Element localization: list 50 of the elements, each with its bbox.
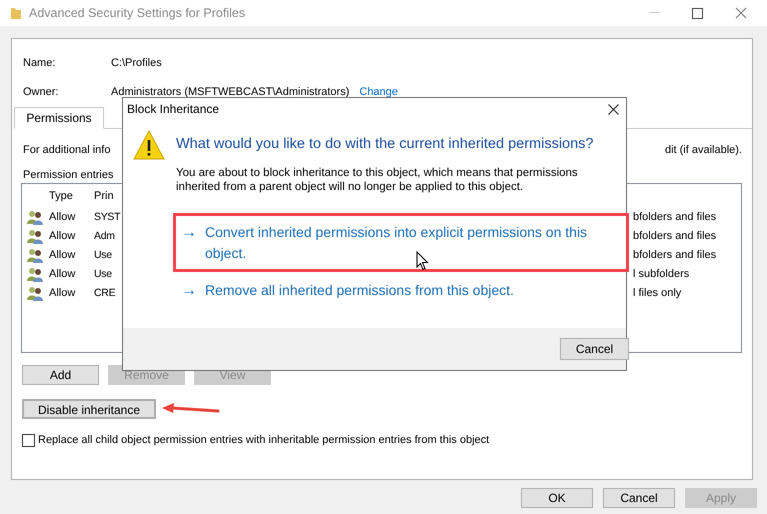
users-icon [27, 210, 44, 225]
table-cell-text: l files only [633, 286, 682, 302]
info-text: dit (if available). [664, 142, 742, 158]
table-cell-text: bfolders and files [633, 210, 718, 226]
table-cell-text: SYST [94, 210, 120, 225]
option-link[interactable]: → Convert inherited permissions into explicit permissions on this object. [173, 213, 629, 272]
table-cell-text: Allow [49, 210, 76, 226]
table-cell-text: Allow [49, 267, 76, 282]
close-icon[interactable] [608, 104, 619, 114]
maximize-icon[interactable] [692, 8, 703, 18]
table-cell-text: bfolders and files [633, 248, 718, 264]
table-cell-text: Allow [49, 229, 76, 244]
dialog-button[interactable]: OK [521, 488, 593, 508]
window-title: Advanced Security Settings for Profiles [29, 4, 246, 22]
table-cell-text: Allow [49, 248, 76, 264]
table-cell-text: l subfolders [633, 267, 690, 282]
dialog-heading: What would you like to do with the current inherited permissions? [176, 135, 594, 154]
name-value: C:\Profiles [111, 56, 162, 71]
table-cell-text: Allow [49, 286, 76, 302]
owner-value: Administrators (MSFTWEBCAST\Administrators) [111, 84, 350, 100]
annotation-arrow [160, 403, 220, 415]
mouse-cursor-icon [416, 251, 429, 271]
warning-icon [133, 130, 165, 160]
table-cell-text: Use [94, 248, 112, 263]
users-icon [27, 286, 44, 301]
table-cell-text: CRE [94, 286, 116, 301]
dialog-button[interactable]: Add [22, 365, 99, 385]
users-icon [27, 248, 44, 263]
checkbox-label: Replace all child object permission entries with inheritable permission entries from this object [38, 433, 490, 448]
table-cell-text: bfolders and files [633, 229, 718, 244]
change-link[interactable]: Change [359, 84, 398, 100]
users-icon [27, 229, 44, 244]
column-header: Prin [94, 188, 114, 204]
info-text: For additional info [23, 142, 110, 158]
checkbox[interactable] [22, 434, 35, 447]
tab[interactable]: Permissions [14, 107, 104, 129]
folder-icon [11, 7, 21, 19]
cancel-button[interactable]: Cancel [560, 338, 629, 360]
users-icon [27, 267, 44, 282]
option-link[interactable]: → Remove all inherited permissions from this object. [176, 278, 632, 301]
dialog-title: Block Inheritance [127, 101, 220, 118]
entries-label: Permission entries [23, 168, 114, 183]
name-label: Name: [23, 56, 56, 71]
column-header: Type [49, 188, 74, 204]
owner-label: Owner: [23, 84, 60, 100]
dialog-message: You are about to block inheritance to this object, which means that permissions inherited from a parent object will no longer be applied to this object. [176, 166, 579, 194]
table-cell-text: Adm [94, 228, 115, 244]
dialog-button[interactable]: Cancel [603, 488, 675, 508]
disable-inheritance-button[interactable]: Disable inheritance [22, 399, 156, 419]
table-cell-text: Use [94, 266, 112, 282]
